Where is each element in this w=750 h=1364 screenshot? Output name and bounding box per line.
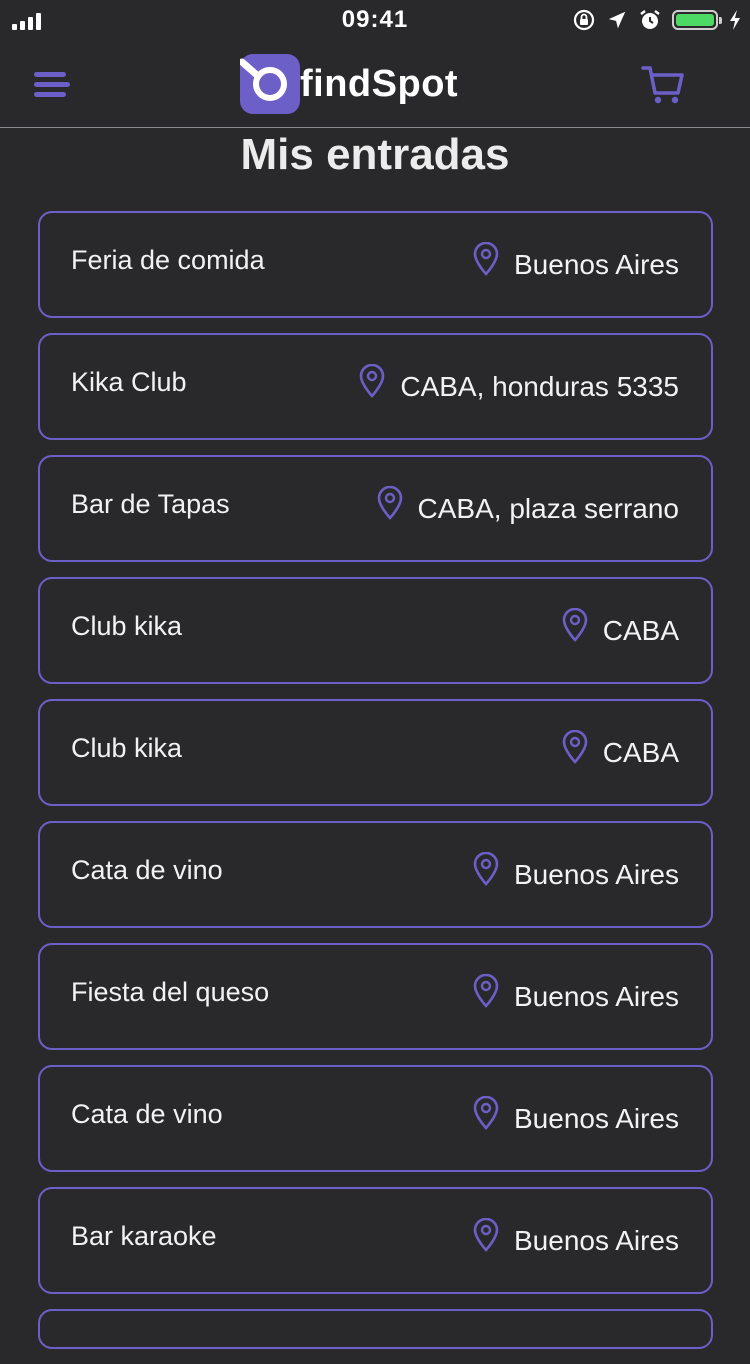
ticket-location-text: Buenos Aires [514,1103,679,1134]
ticket-item[interactable]: Feria de comida Buenos Aires [38,211,713,318]
ticket-name: Bar karaoke [71,1221,217,1251]
alarm-icon [640,10,660,29]
ticket-location-text: CABA, honduras 5335 [400,371,679,402]
location-pin-icon [473,242,499,276]
status-icons [572,8,742,32]
findspot-logo-icon [240,54,300,114]
ticket-item[interactable] [38,1309,713,1349]
ticket-item[interactable]: Club kika CABA [38,577,713,684]
battery-icon [672,10,722,30]
ticket-location: CABA [561,730,679,769]
ticket-location: Buenos Aires [472,1096,679,1135]
ticket-location: Buenos Aires [472,1218,679,1257]
hamburger-menu-icon[interactable] [33,68,73,102]
ticket-item[interactable]: Bar karaoke Buenos Aires [38,1187,713,1294]
app-logo-text: findSpot [300,62,459,105]
app-logo: findSpot [240,54,458,114]
ticket-location: CABA, plaza serrano [376,486,679,525]
ticket-name: Cata de vino [71,855,223,885]
ticket-item[interactable]: Bar de Tapas CABA, plaza serrano [38,455,713,562]
location-arrow-icon [608,11,626,29]
page-title: Mis entradas [240,130,510,179]
ticket-location-text: Buenos Aires [514,859,679,890]
location-pin-icon [473,852,499,886]
ticket-name: Club kika [71,611,183,641]
ticket-name: Cata de vino [71,1099,223,1129]
rotation-lock-icon [573,9,595,31]
ticket-location: CABA, honduras 5335 [358,364,679,403]
ticket-list: Feria de comida Buenos Aires Kika Club C… [38,211,713,1364]
ticket-location-text: Buenos Aires [514,981,679,1012]
ticket-location-text: CABA [602,737,679,768]
ticket-location-text: CABA [602,615,679,646]
shopping-cart-icon[interactable] [640,62,686,108]
location-pin-icon [473,1218,499,1252]
location-pin-icon [473,974,499,1008]
ticket-item[interactable]: Fiesta del queso Buenos Aires [38,943,713,1050]
ticket-location: Buenos Aires [472,974,679,1013]
location-pin-icon [473,1096,499,1130]
ticket-item[interactable]: Cata de vino Buenos Aires [38,821,713,928]
app-header: findSpot [0,40,750,128]
ticket-name: Kika Club [71,367,187,397]
status-bar: 09:41 [0,0,750,40]
ticket-location: Buenos Aires [472,852,679,891]
location-pin-icon [377,486,402,520]
ticket-name: Club kika [71,733,183,763]
location-pin-icon [562,730,588,764]
ticket-location: CABA [561,608,679,647]
ticket-location-text: Buenos Aires [514,249,679,280]
charging-bolt-icon [730,10,740,30]
ticket-location-text: Buenos Aires [514,1225,679,1256]
ticket-location: Buenos Aires [472,242,679,281]
ticket-name: Feria de comida [71,245,265,275]
location-pin-icon [360,364,385,398]
ticket-item[interactable]: Cata de vino Buenos Aires [38,1065,713,1172]
ticket-location-text: CABA, plaza serrano [417,493,679,524]
ticket-item[interactable]: Kika Club CABA, honduras 5335 [38,333,713,440]
location-pin-icon [562,608,588,642]
ticket-name: Fiesta del queso [71,977,270,1007]
ticket-item[interactable]: Club kika CABA [38,699,713,806]
ticket-name: Bar de Tapas [71,489,230,519]
